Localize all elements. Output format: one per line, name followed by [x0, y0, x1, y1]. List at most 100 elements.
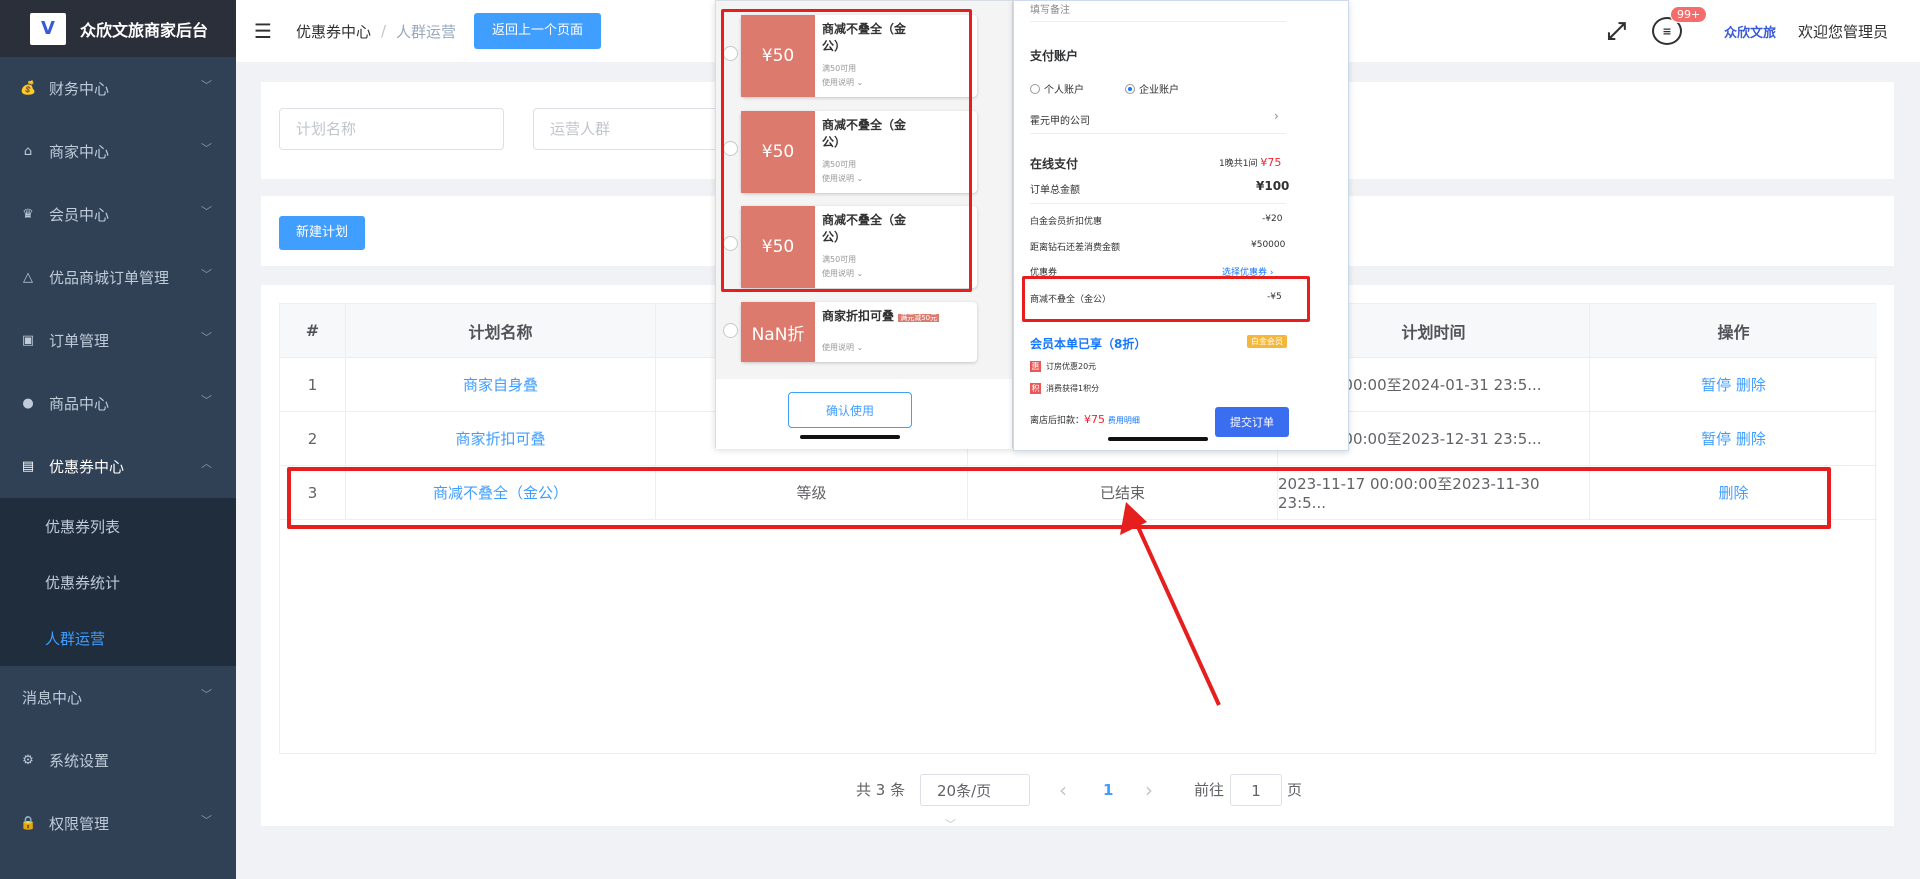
breadcrumb-separator: /	[380, 22, 387, 40]
sidebar-item-mall-orders[interactable]: △ 优品商城订单管理 ﹀	[0, 246, 236, 309]
sidebar-item-crowd-ops[interactable]: 人群运营	[0, 610, 236, 666]
confirm-use-button[interactable]: 确认使用	[788, 392, 912, 428]
sidebar: V 众欣文旅商家后台 💰 财务中心 ﹀ ⌂ 商家中心 ﹀ ♛ 会员中心 ﹀ △ …	[0, 0, 236, 879]
breadcrumb-coupon-center[interactable]: 优惠券中心	[296, 21, 371, 42]
chevron-down-icon: ﹀	[201, 142, 212, 155]
message-button[interactable]: ≡ 99+	[1651, 6, 1708, 45]
sidebar-item-finance[interactable]: 💰 财务中心 ﹀	[0, 57, 236, 120]
breadcrumb-crowd-ops: 人群运营	[396, 22, 457, 41]
diamond-gap-label: 距离钻石还差消费金额	[1030, 243, 1121, 253]
sidebar-item-orders[interactable]: ▣ 订单管理 ﹀	[0, 309, 236, 372]
remark-input[interactable]: 填写备注	[1030, 1, 1070, 16]
hamburger-icon[interactable]: ☰	[254, 19, 272, 43]
vip-discount-label: 白金会员折扣优惠	[1030, 217, 1103, 227]
pause-button[interactable]: 暂停	[1701, 428, 1731, 449]
next-page-button[interactable]: ›	[1145, 774, 1153, 806]
page-size-value: 20条/页	[937, 782, 992, 800]
pagination: 共 3 条 20条/页 ﹀ ‹ 1 › 前往 1 页	[261, 774, 1894, 831]
delete-button[interactable]: 删除	[1736, 374, 1766, 395]
page-unit-label: 页	[1287, 781, 1303, 799]
row-index: 1	[280, 358, 346, 411]
divider	[1030, 203, 1286, 204]
row-highlight-box	[287, 467, 1831, 529]
page-1-button[interactable]: 1	[1103, 774, 1113, 806]
sidebar-item-coupon-stats[interactable]: 优惠券统计	[0, 554, 236, 610]
submit-order-button[interactable]: 提交订单	[1215, 407, 1289, 437]
shop-icon: ⌂	[23, 144, 33, 159]
chevron-down-icon: ﹀	[201, 814, 212, 827]
pause-button[interactable]: 暂停	[1701, 374, 1731, 395]
chevron-right-icon: ›	[1274, 109, 1279, 123]
breadcrumb: 优惠券中心 / 人群运营	[296, 21, 456, 42]
coupon-amount: NaN折	[741, 302, 815, 362]
company-account-radio[interactable]: 企业账户	[1125, 81, 1179, 96]
back-button[interactable]: 返回上一个页面	[474, 13, 602, 49]
row-actions: 暂停 删除	[1590, 412, 1877, 465]
sidebar-item-coupon-list[interactable]: 优惠券列表	[0, 498, 236, 554]
chevron-down-icon: ﹀	[201, 205, 212, 218]
delete-button[interactable]: 删除	[1736, 428, 1766, 449]
divider	[1030, 133, 1286, 134]
coupon-radio[interactable]	[723, 323, 738, 338]
chevron-down-icon: ⌄	[856, 343, 864, 352]
sidebar-item-products[interactable]: ● 商品中心 ﹀	[0, 372, 236, 435]
coupon-card[interactable]: NaN折 商家折扣可叠 满元减50元 使用说明 ⌄	[741, 302, 977, 362]
new-plan-button[interactable]: 新建计划	[279, 216, 366, 250]
coupon-picker-screenshot: ¥50 商减不叠全（金公） 满50可用 使用说明 ⌄ ¥50 商减不叠全（金公）…	[715, 0, 1013, 449]
chevron-up-icon: ︿	[201, 457, 212, 470]
crown-icon: ♛	[22, 207, 34, 222]
avatar[interactable]: 众欣文旅	[1724, 22, 1776, 41]
plan-name-link[interactable]: 商家折扣可叠	[346, 412, 656, 465]
col-plan-name: 计划名称	[346, 304, 656, 357]
sidebar-item-coupons[interactable]: ▤ 优惠券中心 ︿	[0, 435, 236, 498]
online-pay-title: 在线支付	[1030, 157, 1079, 171]
chevron-down-icon: ﹀	[201, 331, 212, 344]
vip-discount-value: -¥20	[1262, 214, 1283, 224]
col-actions: 操作	[1717, 322, 1750, 342]
plan-name-input[interactable]: 计划名称	[279, 108, 504, 150]
after-checkout-charge: 离店后扣款：¥75 费用明细	[1030, 413, 1140, 426]
fee-detail-link[interactable]: 费用明细	[1108, 416, 1140, 425]
bag-icon: △	[23, 270, 33, 285]
coupon-title: 商家折扣可叠 满元减50元	[822, 309, 940, 323]
sidebar-item-settings[interactable]: ⚙ 系统设置	[0, 729, 236, 792]
home-indicator	[800, 435, 900, 439]
clipboard-icon: ▣	[21, 333, 35, 348]
coupon-rules: 使用说明 ⌄	[822, 343, 864, 352]
sidebar-item-merchant[interactable]: ⌂ 商家中心 ﹀	[0, 120, 236, 183]
goto-page-input[interactable]: 1	[1230, 774, 1282, 806]
coupon-tag: 满元减50元	[898, 314, 940, 322]
logo: V	[30, 12, 66, 45]
header-right: ⤢ ≡ 99+ 众欣文旅 欢迎您管理员	[1607, 0, 1920, 62]
radio-icon	[1030, 84, 1040, 94]
sidebar-item-member[interactable]: ♛ 会员中心 ﹀	[0, 183, 236, 246]
perk-icon: 积	[1030, 383, 1041, 394]
sidebar-item-messages[interactable]: 消息中心 ﹀	[0, 666, 236, 729]
row-index: 2	[280, 412, 346, 465]
order-total-value: ¥100	[1256, 179, 1290, 193]
ticket-icon: ▤	[21, 459, 35, 474]
diamond-gap-value: ¥50000	[1251, 240, 1286, 250]
gold-member-tag: 白金会员	[1247, 335, 1287, 348]
perk-icon: 惠	[1030, 361, 1041, 372]
pay-account-title: 支付账户	[1030, 49, 1079, 63]
divider	[1030, 21, 1286, 22]
chevron-down-icon: ﹀	[945, 818, 956, 831]
crowd-input[interactable]: 运营人群	[533, 108, 733, 150]
sidebar-item-permissions[interactable]: 🔒 权限管理 ﹀	[0, 792, 236, 855]
app-title: 众欣文旅商家后台	[80, 20, 209, 40]
chevron-down-icon: ﹀	[201, 79, 212, 92]
company-name[interactable]: 霍元甲的公司	[1030, 112, 1090, 127]
goto-label: 前往	[1194, 781, 1225, 799]
prev-page-button[interactable]: ‹	[1059, 774, 1067, 806]
fullscreen-icon[interactable]: ⤢	[1607, 17, 1626, 45]
welcome-text: 欢迎您管理员	[1797, 22, 1888, 41]
personal-account-radio[interactable]: 个人账户	[1030, 81, 1084, 96]
row-actions: 暂停 删除	[1590, 358, 1877, 411]
order-total-label: 订单总金额	[1030, 185, 1080, 196]
logo-bar: V 众欣文旅商家后台	[0, 0, 236, 57]
page-size-select[interactable]: 20条/页 ﹀	[920, 774, 1030, 831]
product-icon: ●	[22, 396, 34, 411]
gear-icon: ⚙	[22, 753, 34, 768]
plan-name-link[interactable]: 商家自身叠	[346, 358, 656, 411]
